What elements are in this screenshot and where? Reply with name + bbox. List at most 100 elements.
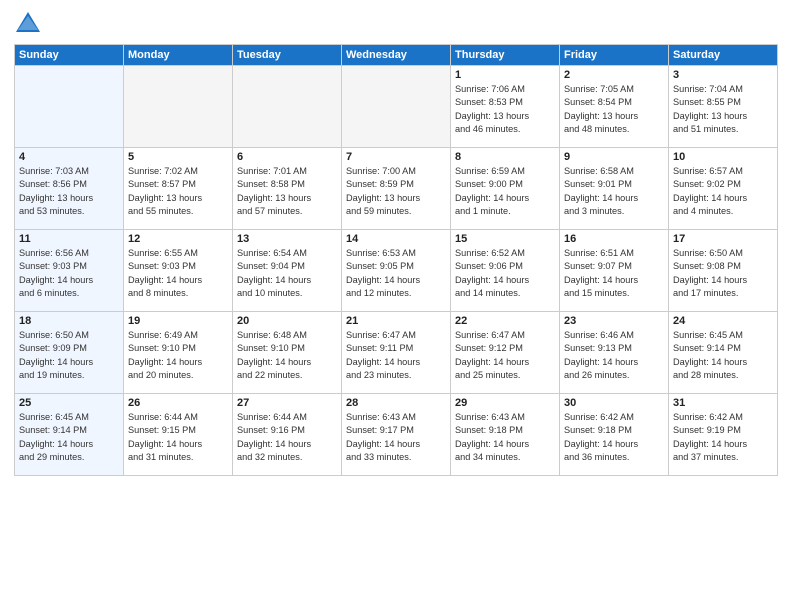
- calendar-cell: 29 Sunrise: 6:43 AM Sunset: 9:18 PM Dayli…: [451, 394, 560, 476]
- day-info: Sunrise: 6:45 AM Sunset: 9:14 PM Dayligh…: [19, 411, 119, 464]
- day-info: Sunrise: 6:50 AM Sunset: 9:08 PM Dayligh…: [673, 247, 773, 300]
- week-row-4: 18 Sunrise: 6:50 AM Sunset: 9:09 PM Dayli…: [15, 312, 778, 394]
- day-number: 7: [346, 151, 446, 163]
- day-header-sunday: Sunday: [15, 45, 124, 66]
- day-info: Sunrise: 6:42 AM Sunset: 9:19 PM Dayligh…: [673, 411, 773, 464]
- calendar-cell: 18 Sunrise: 6:50 AM Sunset: 9:09 PM Dayli…: [15, 312, 124, 394]
- day-number: 19: [128, 315, 228, 327]
- day-number: 26: [128, 397, 228, 409]
- day-info: Sunrise: 6:44 AM Sunset: 9:16 PM Dayligh…: [237, 411, 337, 464]
- calendar-cell: 1 Sunrise: 7:06 AM Sunset: 8:53 PM Daylig…: [451, 66, 560, 148]
- day-info: Sunrise: 6:52 AM Sunset: 9:06 PM Dayligh…: [455, 247, 555, 300]
- week-row-5: 25 Sunrise: 6:45 AM Sunset: 9:14 PM Dayli…: [15, 394, 778, 476]
- calendar-cell: 20Sunrise: 6:48 AM Sunset: 9:10 PM Dayli…: [233, 312, 342, 394]
- calendar-cell: 6Sunrise: 7:01 AM Sunset: 8:58 PM Daylig…: [233, 148, 342, 230]
- day-info: Sunrise: 7:01 AM Sunset: 8:58 PM Dayligh…: [237, 165, 337, 218]
- calendar-cell: 14Sunrise: 6:53 AM Sunset: 9:05 PM Dayli…: [342, 230, 451, 312]
- calendar-cell: 27 Sunrise: 6:44 AM Sunset: 9:16 PM Dayli…: [233, 394, 342, 476]
- week-row-1: 1 Sunrise: 7:06 AM Sunset: 8:53 PM Daylig…: [15, 66, 778, 148]
- day-number: 13: [237, 233, 337, 245]
- day-info: Sunrise: 6:58 AM Sunset: 9:01 PM Dayligh…: [564, 165, 664, 218]
- calendar-header-row: SundayMondayTuesdayWednesdayThursdayFrid…: [15, 45, 778, 66]
- day-info: Sunrise: 7:06 AM Sunset: 8:53 PM Dayligh…: [455, 83, 555, 136]
- day-info: Sunrise: 6:56 AM Sunset: 9:03 PM Dayligh…: [19, 247, 119, 300]
- day-number: 2: [564, 69, 664, 81]
- day-info: Sunrise: 6:55 AM Sunset: 9:03 PM Dayligh…: [128, 247, 228, 300]
- day-number: 4: [19, 151, 119, 163]
- calendar-cell: 7 Sunrise: 7:00 AM Sunset: 8:59 PM Daylig…: [342, 148, 451, 230]
- day-info: Sunrise: 7:00 AM Sunset: 8:59 PM Dayligh…: [346, 165, 446, 218]
- day-number: 16: [564, 233, 664, 245]
- day-number: 21: [346, 315, 446, 327]
- week-row-2: 4 Sunrise: 7:03 AM Sunset: 8:56 PM Daylig…: [15, 148, 778, 230]
- day-number: 28: [346, 397, 446, 409]
- calendar-cell: 24 Sunrise: 6:45 AM Sunset: 9:14 PM Dayli…: [669, 312, 778, 394]
- day-header-tuesday: Tuesday: [233, 45, 342, 66]
- day-number: 27: [237, 397, 337, 409]
- calendar-cell: 11 Sunrise: 6:56 AM Sunset: 9:03 PM Dayli…: [15, 230, 124, 312]
- calendar-cell: 22 Sunrise: 6:47 AM Sunset: 9:12 PM Dayli…: [451, 312, 560, 394]
- calendar-table: SundayMondayTuesdayWednesdayThursdayFrid…: [14, 44, 778, 476]
- day-number: 23: [564, 315, 664, 327]
- day-info: Sunrise: 6:46 AM Sunset: 9:13 PM Dayligh…: [564, 329, 664, 382]
- day-info: Sunrise: 6:57 AM Sunset: 9:02 PM Dayligh…: [673, 165, 773, 218]
- calendar-cell: 4 Sunrise: 7:03 AM Sunset: 8:56 PM Daylig…: [15, 148, 124, 230]
- day-info: Sunrise: 6:45 AM Sunset: 9:14 PM Dayligh…: [673, 329, 773, 382]
- day-info: Sunrise: 6:54 AM Sunset: 9:04 PM Dayligh…: [237, 247, 337, 300]
- logo: [14, 10, 46, 38]
- day-info: Sunrise: 7:05 AM Sunset: 8:54 PM Dayligh…: [564, 83, 664, 136]
- day-number: 3: [673, 69, 773, 81]
- page: SundayMondayTuesdayWednesdayThursdayFrid…: [0, 0, 792, 612]
- day-info: Sunrise: 7:03 AM Sunset: 8:56 PM Dayligh…: [19, 165, 119, 218]
- day-info: Sunrise: 6:43 AM Sunset: 9:17 PM Dayligh…: [346, 411, 446, 464]
- calendar-cell: 21Sunrise: 6:47 AM Sunset: 9:11 PM Dayli…: [342, 312, 451, 394]
- day-number: 8: [455, 151, 555, 163]
- calendar-cell: 19 Sunrise: 6:49 AM Sunset: 9:10 PM Dayli…: [124, 312, 233, 394]
- day-number: 14: [346, 233, 446, 245]
- calendar-cell: 25 Sunrise: 6:45 AM Sunset: 9:14 PM Dayli…: [15, 394, 124, 476]
- day-number: 25: [19, 397, 119, 409]
- day-info: Sunrise: 6:49 AM Sunset: 9:10 PM Dayligh…: [128, 329, 228, 382]
- day-info: Sunrise: 6:51 AM Sunset: 9:07 PM Dayligh…: [564, 247, 664, 300]
- calendar-cell: 17 Sunrise: 6:50 AM Sunset: 9:08 PM Dayli…: [669, 230, 778, 312]
- calendar-cell: [15, 66, 124, 148]
- day-info: Sunrise: 7:04 AM Sunset: 8:55 PM Dayligh…: [673, 83, 773, 136]
- logo-icon: [14, 10, 42, 38]
- day-header-friday: Friday: [560, 45, 669, 66]
- calendar-cell: 13 Sunrise: 6:54 AM Sunset: 9:04 PM Dayli…: [233, 230, 342, 312]
- calendar-cell: 2 Sunrise: 7:05 AM Sunset: 8:54 PM Daylig…: [560, 66, 669, 148]
- calendar-cell: 30 Sunrise: 6:42 AM Sunset: 9:18 PM Dayli…: [560, 394, 669, 476]
- day-info: Sunrise: 6:44 AM Sunset: 9:15 PM Dayligh…: [128, 411, 228, 464]
- day-number: 22: [455, 315, 555, 327]
- week-row-3: 11 Sunrise: 6:56 AM Sunset: 9:03 PM Dayli…: [15, 230, 778, 312]
- calendar-cell: [124, 66, 233, 148]
- day-number: 30: [564, 397, 664, 409]
- day-number: 10: [673, 151, 773, 163]
- day-info: Sunrise: 6:50 AM Sunset: 9:09 PM Dayligh…: [19, 329, 119, 382]
- day-number: 15: [455, 233, 555, 245]
- day-number: 1: [455, 69, 555, 81]
- day-number: 9: [564, 151, 664, 163]
- day-info: Sunrise: 6:42 AM Sunset: 9:18 PM Dayligh…: [564, 411, 664, 464]
- day-header-saturday: Saturday: [669, 45, 778, 66]
- calendar-cell: [233, 66, 342, 148]
- header: [14, 10, 778, 38]
- day-info: Sunrise: 6:47 AM Sunset: 9:12 PM Dayligh…: [455, 329, 555, 382]
- calendar-cell: 9 Sunrise: 6:58 AM Sunset: 9:01 PM Daylig…: [560, 148, 669, 230]
- day-number: 12: [128, 233, 228, 245]
- calendar-cell: 26 Sunrise: 6:44 AM Sunset: 9:15 PM Dayli…: [124, 394, 233, 476]
- day-info: Sunrise: 6:59 AM Sunset: 9:00 PM Dayligh…: [455, 165, 555, 218]
- day-header-monday: Monday: [124, 45, 233, 66]
- day-info: Sunrise: 6:43 AM Sunset: 9:18 PM Dayligh…: [455, 411, 555, 464]
- day-info: Sunrise: 7:02 AM Sunset: 8:57 PM Dayligh…: [128, 165, 228, 218]
- calendar-cell: 3 Sunrise: 7:04 AM Sunset: 8:55 PM Daylig…: [669, 66, 778, 148]
- day-number: 29: [455, 397, 555, 409]
- calendar-cell: 12 Sunrise: 6:55 AM Sunset: 9:03 PM Dayli…: [124, 230, 233, 312]
- calendar-cell: 31Sunrise: 6:42 AM Sunset: 9:19 PM Dayli…: [669, 394, 778, 476]
- day-number: 17: [673, 233, 773, 245]
- calendar-cell: 15 Sunrise: 6:52 AM Sunset: 9:06 PM Dayli…: [451, 230, 560, 312]
- day-number: 11: [19, 233, 119, 245]
- day-number: 18: [19, 315, 119, 327]
- day-info: Sunrise: 6:48 AM Sunset: 9:10 PM Dayligh…: [237, 329, 337, 382]
- day-number: 24: [673, 315, 773, 327]
